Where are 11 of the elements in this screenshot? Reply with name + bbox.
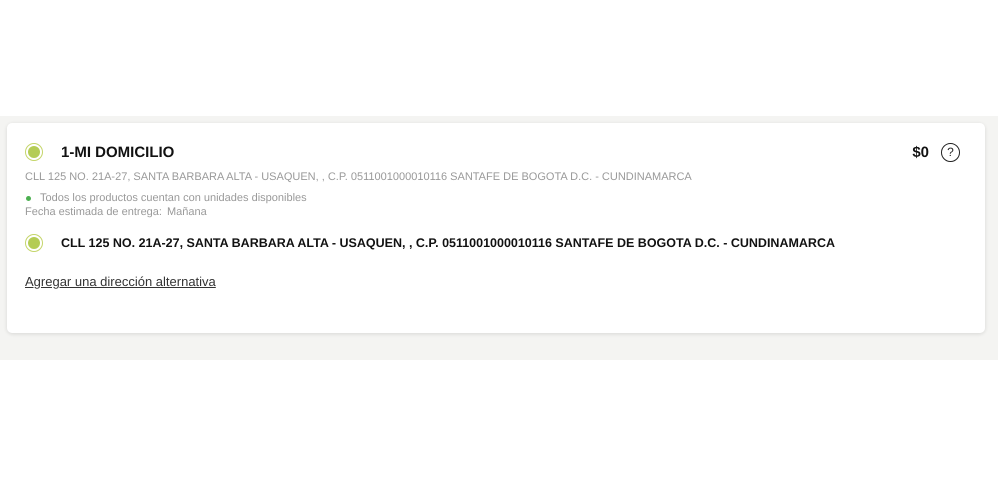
radio-button[interactable]	[25, 234, 43, 252]
address-option: CLL 125 NO. 21A-27, SANTA BARBARA ALTA - USAQUEN, , C.P. 0511001000010116 SANTAFE DE BOGOTA D.C. - CUNDINAMARCA	[61, 236, 836, 250]
delivery-date: Mañana	[166, 206, 207, 218]
address-text: CLL 125 NO. 21A-27, SANTA BARBARA ALTA - USAQUEN, , C.P. 0511001000010116 SANTAFE DE BOGOTA D.C. - CUNDINAMARCA	[25, 171, 693, 183]
help-button[interactable]: ?	[941, 142, 960, 162]
price: $0	[912, 144, 929, 160]
availability-text: Todos los productos cuentan con unidades disponibles	[40, 192, 307, 204]
radio-button[interactable]	[25, 143, 43, 161]
delivery-label: Fecha estimada de entrega:	[25, 206, 162, 218]
option-title: 1-MI DOMICILIO	[61, 144, 174, 160]
add-address-link[interactable]: Agregar una dirección alternativa	[25, 274, 216, 289]
